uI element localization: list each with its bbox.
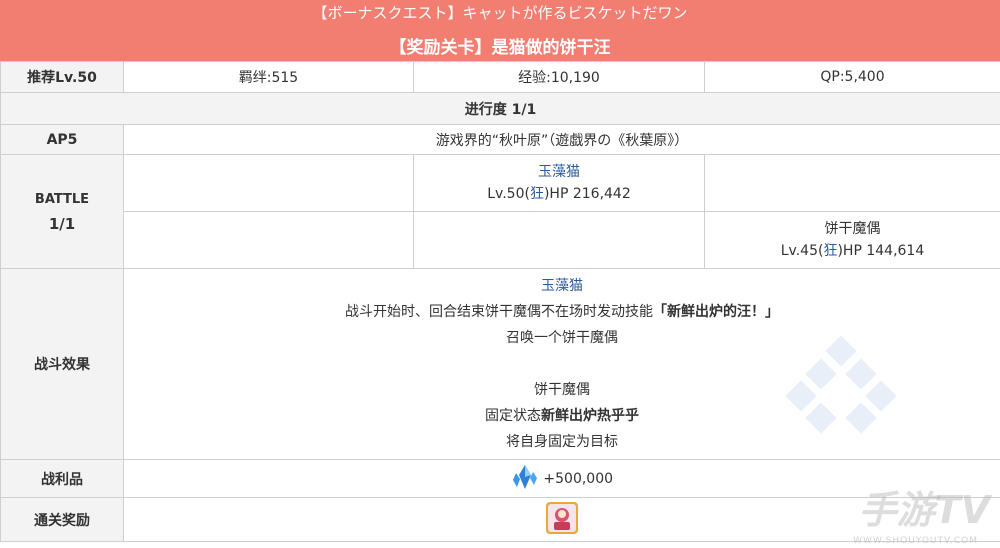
enemy-hp: )HP 144,614 xyxy=(837,243,925,259)
enemy-slot-empty xyxy=(123,211,414,269)
drops-value: +500,000 xyxy=(543,470,614,487)
clear-reward-label: 通关奖励 xyxy=(0,497,124,542)
enemy-class-link[interactable]: 狂 xyxy=(823,243,837,259)
enemy-level: Lv.45( xyxy=(780,243,824,259)
effect-text: 战斗开始时、回合结束饼干魔偶不在场时发动技能 xyxy=(345,304,653,320)
ap-label: AP5 xyxy=(0,124,124,155)
quest-header: 【ボーナスクエスト】キャットが作るビスケットだワン 【奖励关卡】是猫做的饼干汪 xyxy=(0,0,1000,61)
enemy-stats: Lv.50(狂)HP 216,442 xyxy=(414,183,704,205)
effects-label: 战斗效果 xyxy=(0,268,124,460)
location-name: 游戏界的“秋叶原”（遊戯界の《秋葉原》） xyxy=(123,124,1000,155)
enemy-slot-1: 玉藻猫 Lv.50(狂)HP 216,442 xyxy=(413,154,705,212)
quest-title-jp: 【ボーナスクエスト】キャットが作るビスケットだワン xyxy=(312,4,688,22)
effect-text: 固定状态 xyxy=(485,408,541,424)
drops-label: 战利品 xyxy=(0,459,124,498)
quest-title-cn: 【奖励关卡】是猫做的饼干汪 xyxy=(389,38,611,58)
recommended-level: 推荐Lv.50 xyxy=(0,61,124,93)
enemy-class-link[interactable]: 狂 xyxy=(530,186,544,202)
effect-enemy-link[interactable]: 玉藻猫 xyxy=(124,273,1000,299)
bond-value: 羁绊:515 xyxy=(123,61,414,93)
enemy-level: Lv.50( xyxy=(487,186,530,202)
exp-value: 经验:10,190 xyxy=(413,61,705,93)
battle-label-cell: BATTLE 1/1 xyxy=(0,154,124,269)
enemy-name-link[interactable]: 玉藻猫 xyxy=(414,161,704,183)
effect-state: 新鲜出炉热乎乎 xyxy=(541,408,639,424)
battle-count: 1/1 xyxy=(48,214,76,233)
clear-reward-row: 通关奖励 xyxy=(0,497,1000,542)
qp-value: QP:5,400 xyxy=(704,61,1000,93)
quest-info-table: 推荐Lv.50 羁绊:515 经验:10,190 QP:5,400 进行度 1/… xyxy=(0,61,1000,542)
craft-essence-icon[interactable] xyxy=(545,501,579,539)
enemy-slot-empty xyxy=(704,154,1000,212)
battle-row-1: BATTLE 1/1 玉藻猫 Lv.50(狂)HP 216,442 xyxy=(0,154,1000,269)
effect-line: 战斗开始时、回合结束饼干魔偶不在场时发动技能「新鲜出炉的汪！」 xyxy=(124,299,1000,325)
watermark-logo: 手游TV xyxy=(858,488,990,532)
watermark-diamond-icon xyxy=(785,335,905,449)
watermark-url: WWW.SHOUYOUTV.COM xyxy=(853,536,978,546)
qp-crystal-icon xyxy=(511,463,539,495)
enemy-slot-empty xyxy=(413,211,705,269)
progress-label: 进行度 1/1 xyxy=(0,92,1000,125)
enemy-hp: )HP 216,442 xyxy=(543,186,631,202)
rewards-row: 推荐Lv.50 羁绊:515 经验:10,190 QP:5,400 xyxy=(0,61,1000,93)
enemy-slot-2: 饼干魔偶 Lv.45(狂)HP 144,614 xyxy=(704,211,1000,269)
effect-skill: 「新鲜出炉的汪！」 xyxy=(653,304,779,320)
enemy-slot-empty xyxy=(123,154,414,212)
battle-row-2: 饼干魔偶 Lv.45(狂)HP 144,614 xyxy=(1,211,1000,269)
enemy-name: 饼干魔偶 xyxy=(824,221,881,237)
ap-row: AP5 游戏界的“秋叶原”（遊戯界の《秋葉原》） xyxy=(0,124,1000,155)
enemy-stats: Lv.45(狂)HP 144,614 xyxy=(705,240,1000,262)
battle-label: BATTLE xyxy=(34,191,90,207)
progress-row: 进行度 1/1 xyxy=(0,92,1000,125)
drops-row: 战利品 +500,000 xyxy=(0,459,1000,498)
